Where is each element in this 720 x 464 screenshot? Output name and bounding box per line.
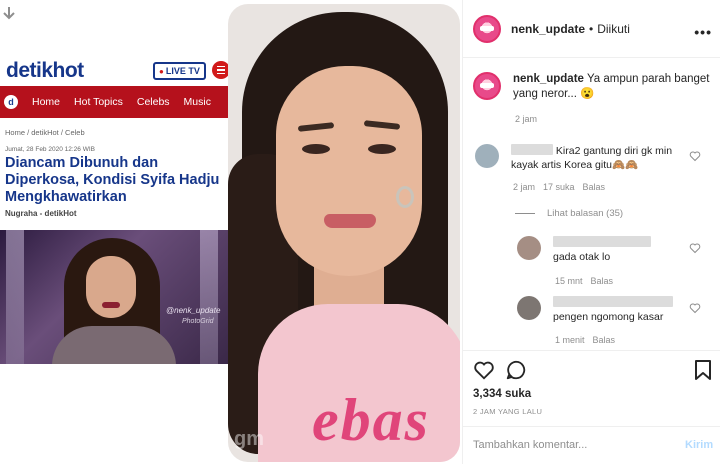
replier-name-redacted[interactable] [553,236,651,247]
reply-meta: 1 menit Balas [555,335,615,345]
post-media[interactable]: detikhot ● LIVE TV d Home Hot Topics Cele… [0,0,462,464]
reply-item: pengen ngomong kasar [517,296,687,324]
comment-meta: 2 jam 17 suka Balas [513,182,605,192]
detik-d-icon: d [4,95,18,109]
caption-avatar[interactable] [473,72,501,100]
portrait-watermark: gm [234,428,264,450]
reply-meta: 15 mnt Balas [555,276,613,286]
news-logo: detikhot [6,59,84,82]
post-timestamp: 2 JAM YANG LALU [473,407,543,416]
caption-username[interactable]: nenk_update [513,73,584,85]
caption-time: 2 jam [515,114,538,124]
news-photo: @nenk_update PhotoGrid [0,230,228,364]
comment-like-heart-icon[interactable] [689,150,701,162]
replies-line [515,213,535,214]
photo-watermark: @nenk_update [166,306,221,315]
news-nav-item: Music [183,96,211,108]
replier-name-redacted[interactable] [553,296,673,307]
reply-like-heart-icon[interactable] [689,302,701,314]
shirt-print: ebas [312,387,430,453]
news-headline: Diancam Dibunuh dan Diperkosa, Kondisi S… [5,155,220,205]
instagram-post-panel: nenk_update • Diikuti ••• nenk_update Ya… [462,0,720,464]
comment-likes[interactable]: 17 suka [543,182,575,192]
news-nav: d Home Hot Topics Celebs Music [0,86,228,118]
view-replies-button[interactable]: Lihat balasan (35) [515,208,623,219]
view-replies-label: Lihat balasan (35) [547,208,624,219]
more-options-icon[interactable]: ••• [694,24,712,40]
news-date: Jumat, 28 Feb 2020 12:26 WIB [5,146,95,153]
commenter-name-redacted[interactable] [511,144,553,155]
reply-time: 15 mnt [555,276,583,286]
live-tv-badge: ● LIVE TV [153,62,206,80]
add-comment-input[interactable] [473,439,663,451]
likes-count[interactable]: 3,334 suka [473,388,531,400]
reply-time: 1 menit [555,335,585,345]
post-header: nenk_update • Diikuti ••• [463,0,720,58]
post-comment-button[interactable]: Kirim [685,439,713,451]
live-dot-icon: ● [159,66,164,76]
news-nav-item: Hot Topics [74,96,123,108]
portrait-photo: ebas gm [228,4,460,462]
comment-time: 2 jam [513,182,536,192]
news-screenshot: detikhot ● LIVE TV d Home Hot Topics Cele… [0,56,230,364]
reply-like-heart-icon[interactable] [689,242,701,254]
reply-text: gada otak lo [553,251,611,263]
earring [396,186,414,208]
comment-bubble-icon[interactable] [505,359,527,381]
like-heart-icon[interactable] [473,359,495,381]
photo-watermark-2: PhotoGrid [182,318,214,325]
replier-avatar[interactable] [517,296,541,320]
header-separator: • [589,21,594,36]
replier-avatar[interactable] [517,236,541,260]
news-nav-item: Home [32,96,61,108]
post-actions: 3,334 suka 2 JAM YANG LALU Kirim [463,350,720,464]
download-arrow-icon [3,7,15,20]
comment-reply-button[interactable]: Balas [583,182,606,192]
comment-composer: Kirim [463,426,720,464]
bookmark-save-icon[interactable] [693,359,713,381]
reply-item: gada otak lo [517,236,687,264]
avatar[interactable] [473,14,501,43]
news-nav-item: Celebs [136,96,170,108]
caption: nenk_update Ya ampun parah banget yang n… [473,72,713,102]
reply-text: pengen ngomong kasar [553,311,664,323]
header-username[interactable]: nenk_update [511,22,585,36]
commenter-avatar[interactable] [475,144,499,168]
reply-reply-button[interactable]: Balas [593,335,616,345]
reply-reply-button[interactable]: Balas [591,276,614,286]
news-breadcrumb: Home / detikHot / Celeb [5,128,85,137]
news-header: detikhot ● LIVE TV [0,56,230,86]
comment-item: Kira2 gantung diri gk min kayak artis Ko… [475,144,693,172]
news-author: Nugraha - detikHot [5,209,77,218]
follow-status[interactable]: Diikuti [597,22,630,36]
